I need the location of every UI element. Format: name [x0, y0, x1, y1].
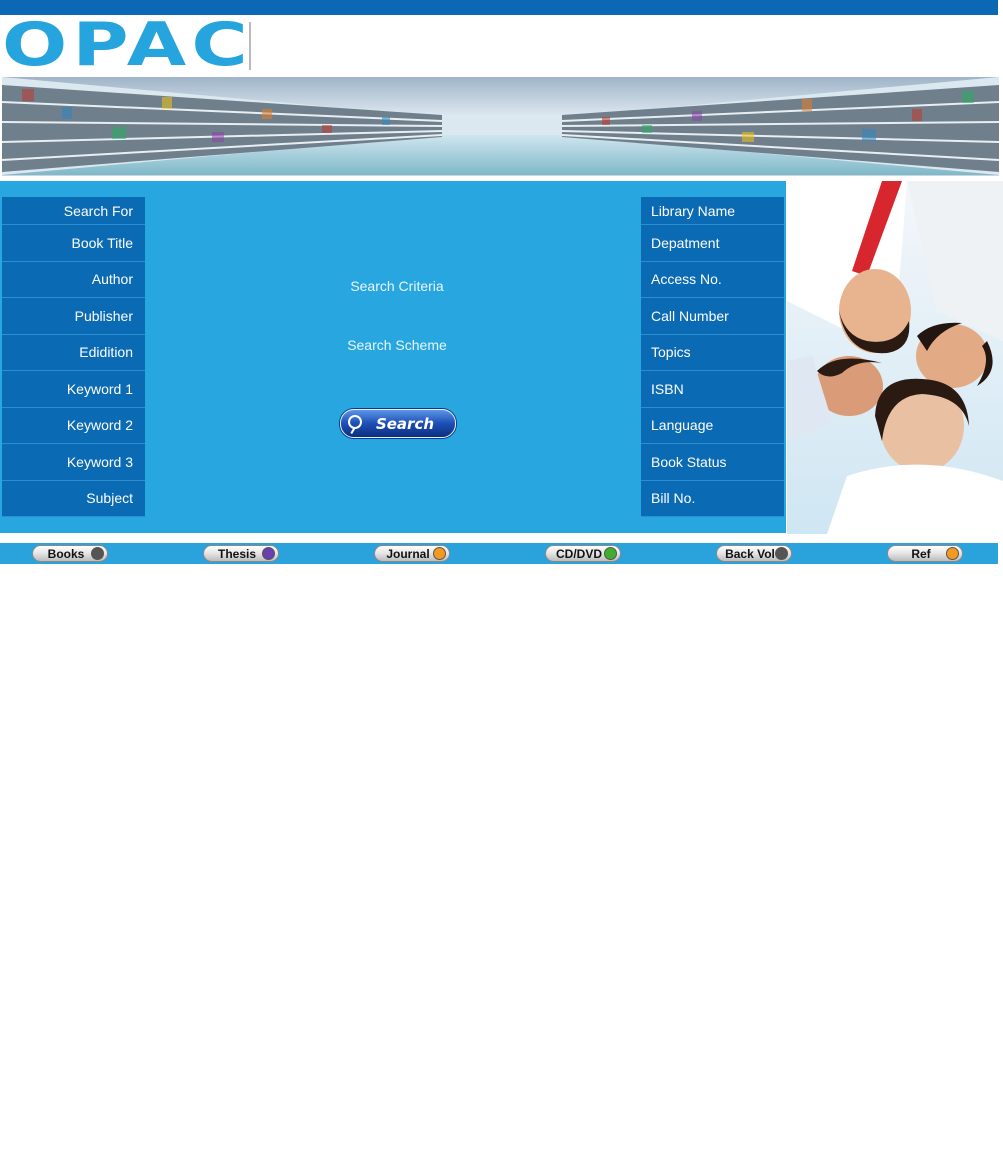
status-dot-icon: [433, 547, 446, 560]
field-call-number[interactable]: Call Number: [641, 298, 784, 335]
bottom-nav-bar: Books Thesis Journal CD/DVD Back Vol Ref: [0, 543, 998, 564]
field-publisher[interactable]: Publisher: [2, 298, 145, 335]
search-scheme-label: Search Scheme: [347, 337, 447, 353]
status-dot-icon: [775, 547, 788, 560]
nav-cd-dvd-button[interactable]: CD/DVD: [545, 545, 621, 562]
field-topics[interactable]: Topics: [641, 334, 784, 371]
search-criteria-label: Search Criteria: [350, 278, 444, 294]
nav-thesis-button[interactable]: Thesis: [203, 545, 279, 562]
field-search-for[interactable]: Search For: [2, 197, 145, 225]
status-dot-icon: [262, 547, 275, 560]
field-keyword-3[interactable]: Keyword 3: [2, 444, 145, 481]
students-photo: [787, 181, 1003, 534]
status-dot-icon: [604, 547, 617, 560]
nav-ref-button[interactable]: Ref: [887, 545, 963, 562]
field-library-name[interactable]: Library Name: [641, 197, 784, 225]
magnifier-icon: [348, 415, 362, 429]
field-book-status[interactable]: Book Status: [641, 444, 784, 481]
field-department[interactable]: Depatment: [641, 225, 784, 262]
search-button[interactable]: Search: [340, 409, 456, 438]
logo-text: OPAC: [2, 10, 253, 80]
field-edition[interactable]: Edidition: [2, 334, 145, 371]
nav-back-vol-button[interactable]: Back Vol: [716, 545, 792, 562]
field-keyword-2[interactable]: Keyword 2: [2, 407, 145, 444]
field-language[interactable]: Language: [641, 407, 784, 444]
nav-journal-button[interactable]: Journal: [374, 545, 450, 562]
opac-logo: OPAC: [2, 15, 248, 75]
field-book-title[interactable]: Book Title: [2, 225, 145, 262]
left-field-list: Search For Book Title Author Publisher E…: [2, 197, 145, 517]
search-button-label: Search: [375, 414, 435, 433]
field-bill-no[interactable]: Bill No.: [641, 480, 784, 517]
field-access-no[interactable]: Access No.: [641, 261, 784, 298]
library-shelves-banner: [2, 77, 999, 176]
field-keyword-1[interactable]: Keyword 1: [2, 371, 145, 408]
field-subject[interactable]: Subject: [2, 480, 145, 517]
search-panel: Search For Book Title Author Publisher E…: [0, 181, 786, 533]
field-author[interactable]: Author: [2, 261, 145, 298]
field-isbn[interactable]: ISBN: [641, 371, 784, 408]
status-dot-icon: [91, 547, 104, 560]
logo-divider: [249, 22, 251, 70]
nav-books-button[interactable]: Books: [32, 545, 108, 562]
right-field-list: Library Name Depatment Access No. Call N…: [641, 197, 784, 517]
status-dot-icon: [946, 547, 959, 560]
